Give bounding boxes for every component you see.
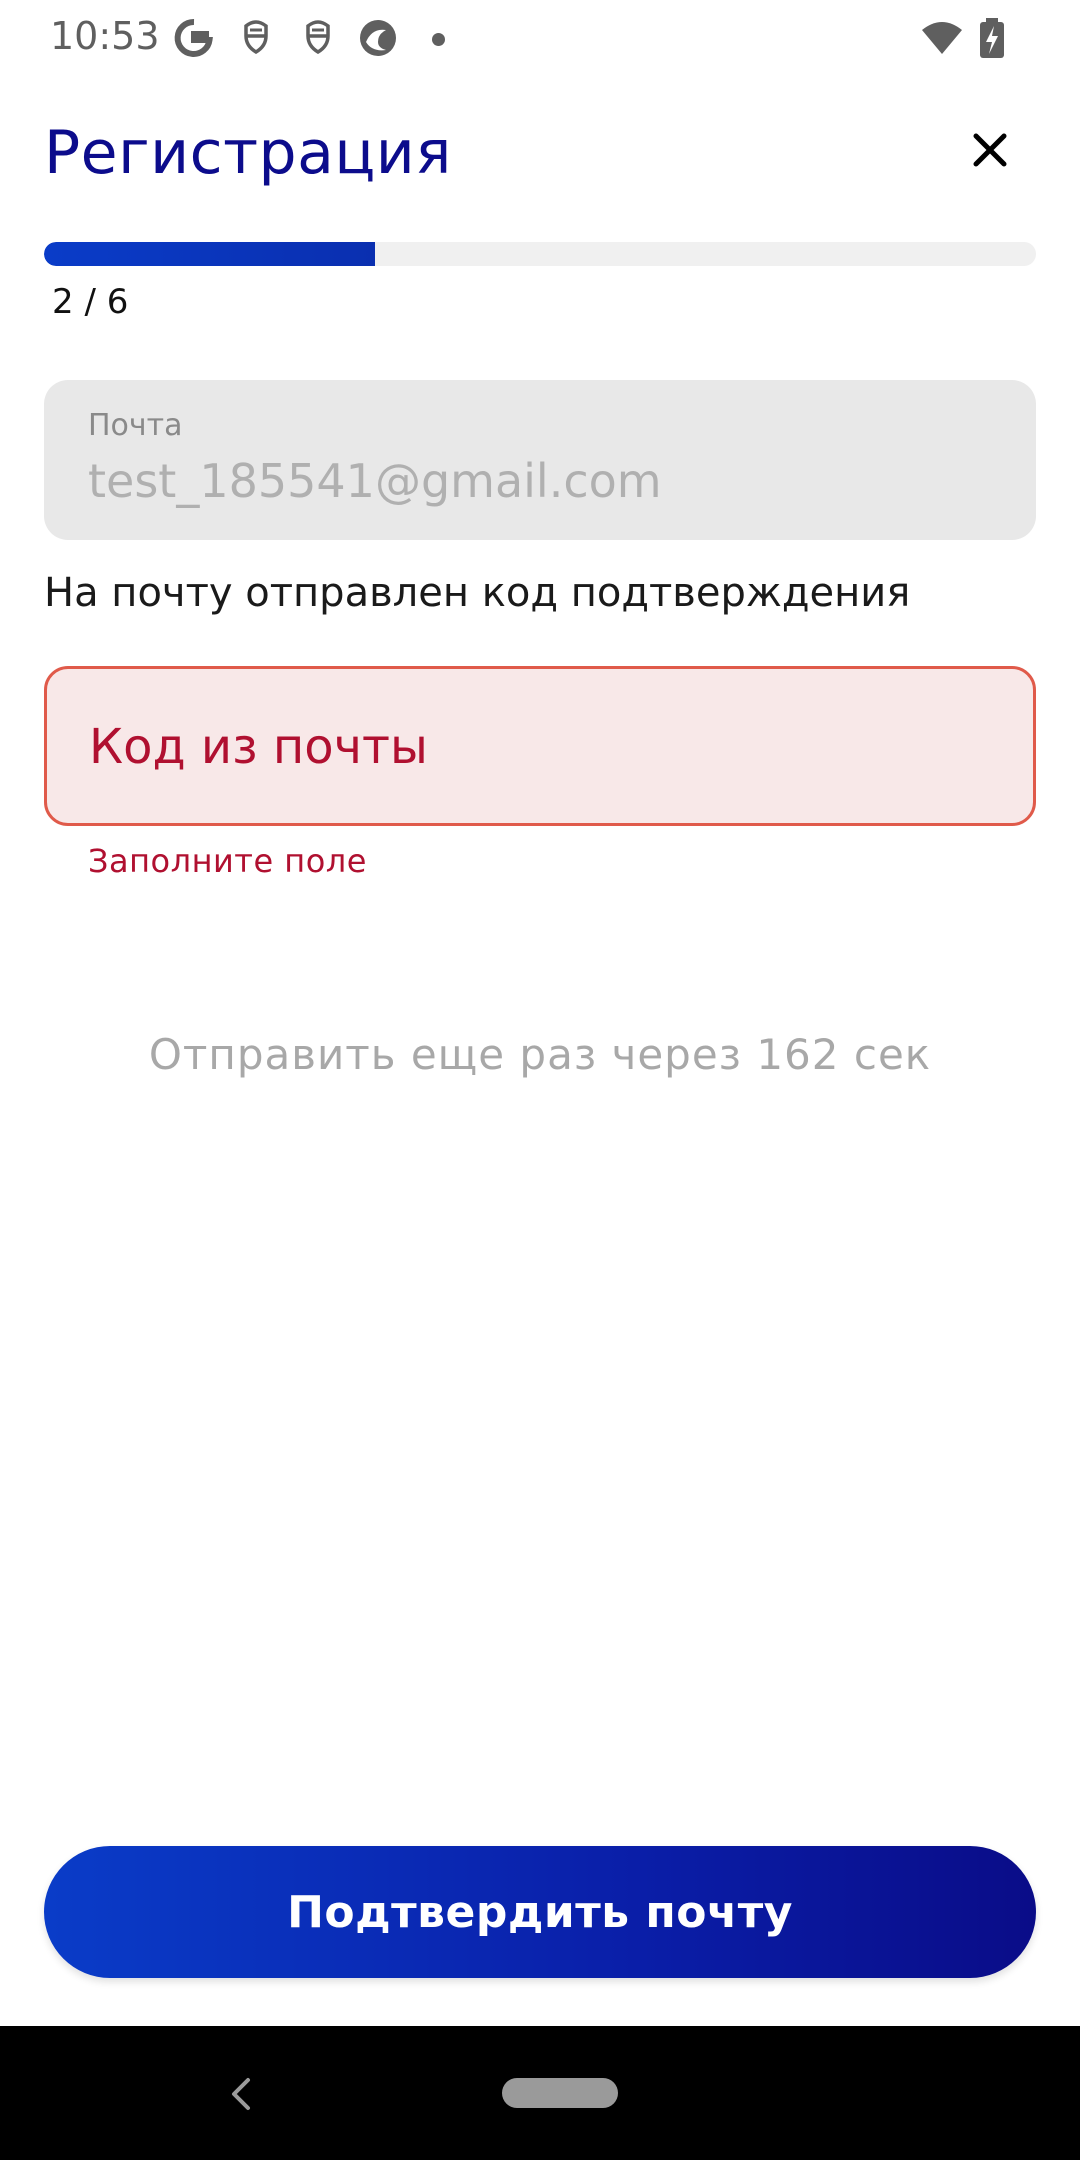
status-bar: 10:53 (0, 0, 1080, 80)
notification-icon (306, 20, 330, 55)
wifi-icon (922, 22, 962, 54)
progress-step-text: 2 / 6 (52, 282, 129, 322)
email-code-placeholder: Код из почты (89, 719, 428, 775)
status-time: 10:53 (50, 14, 160, 58)
code-field-error: Заполните поле (88, 842, 367, 880)
confirm-email-button[interactable]: Подтвердить почту (44, 1846, 1036, 1978)
email-code-input[interactable]: Код из почты (44, 666, 1036, 826)
notification-icon (244, 20, 268, 55)
code-sent-info: На почту отправлен код подтверждения (44, 570, 911, 616)
close-icon[interactable] (960, 120, 1020, 180)
google-icon (174, 18, 213, 57)
email-field-value: test_185541@gmail.com (88, 454, 662, 508)
back-icon[interactable] (222, 2072, 262, 2116)
email-field-label: Почта (88, 408, 183, 443)
progress-bar (44, 242, 1036, 266)
progress-bar-fill (44, 242, 375, 266)
battery-charging-icon (980, 18, 1004, 58)
page-title: Регистрация (44, 118, 452, 188)
email-field: Почта test_185541@gmail.com (44, 380, 1036, 540)
dot-icon (432, 33, 445, 46)
registration-screen: 10:53 Регистрация 2 / 6 Почта test_18554… (0, 0, 1080, 2160)
browser-icon (360, 20, 396, 56)
navigation-bar (0, 2026, 1080, 2160)
home-pill-icon[interactable] (502, 2078, 618, 2108)
resend-code-timer[interactable]: Отправить еще раз через 162 сек (0, 1030, 1080, 1079)
confirm-email-button-label: Подтвердить почту (287, 1886, 793, 1938)
